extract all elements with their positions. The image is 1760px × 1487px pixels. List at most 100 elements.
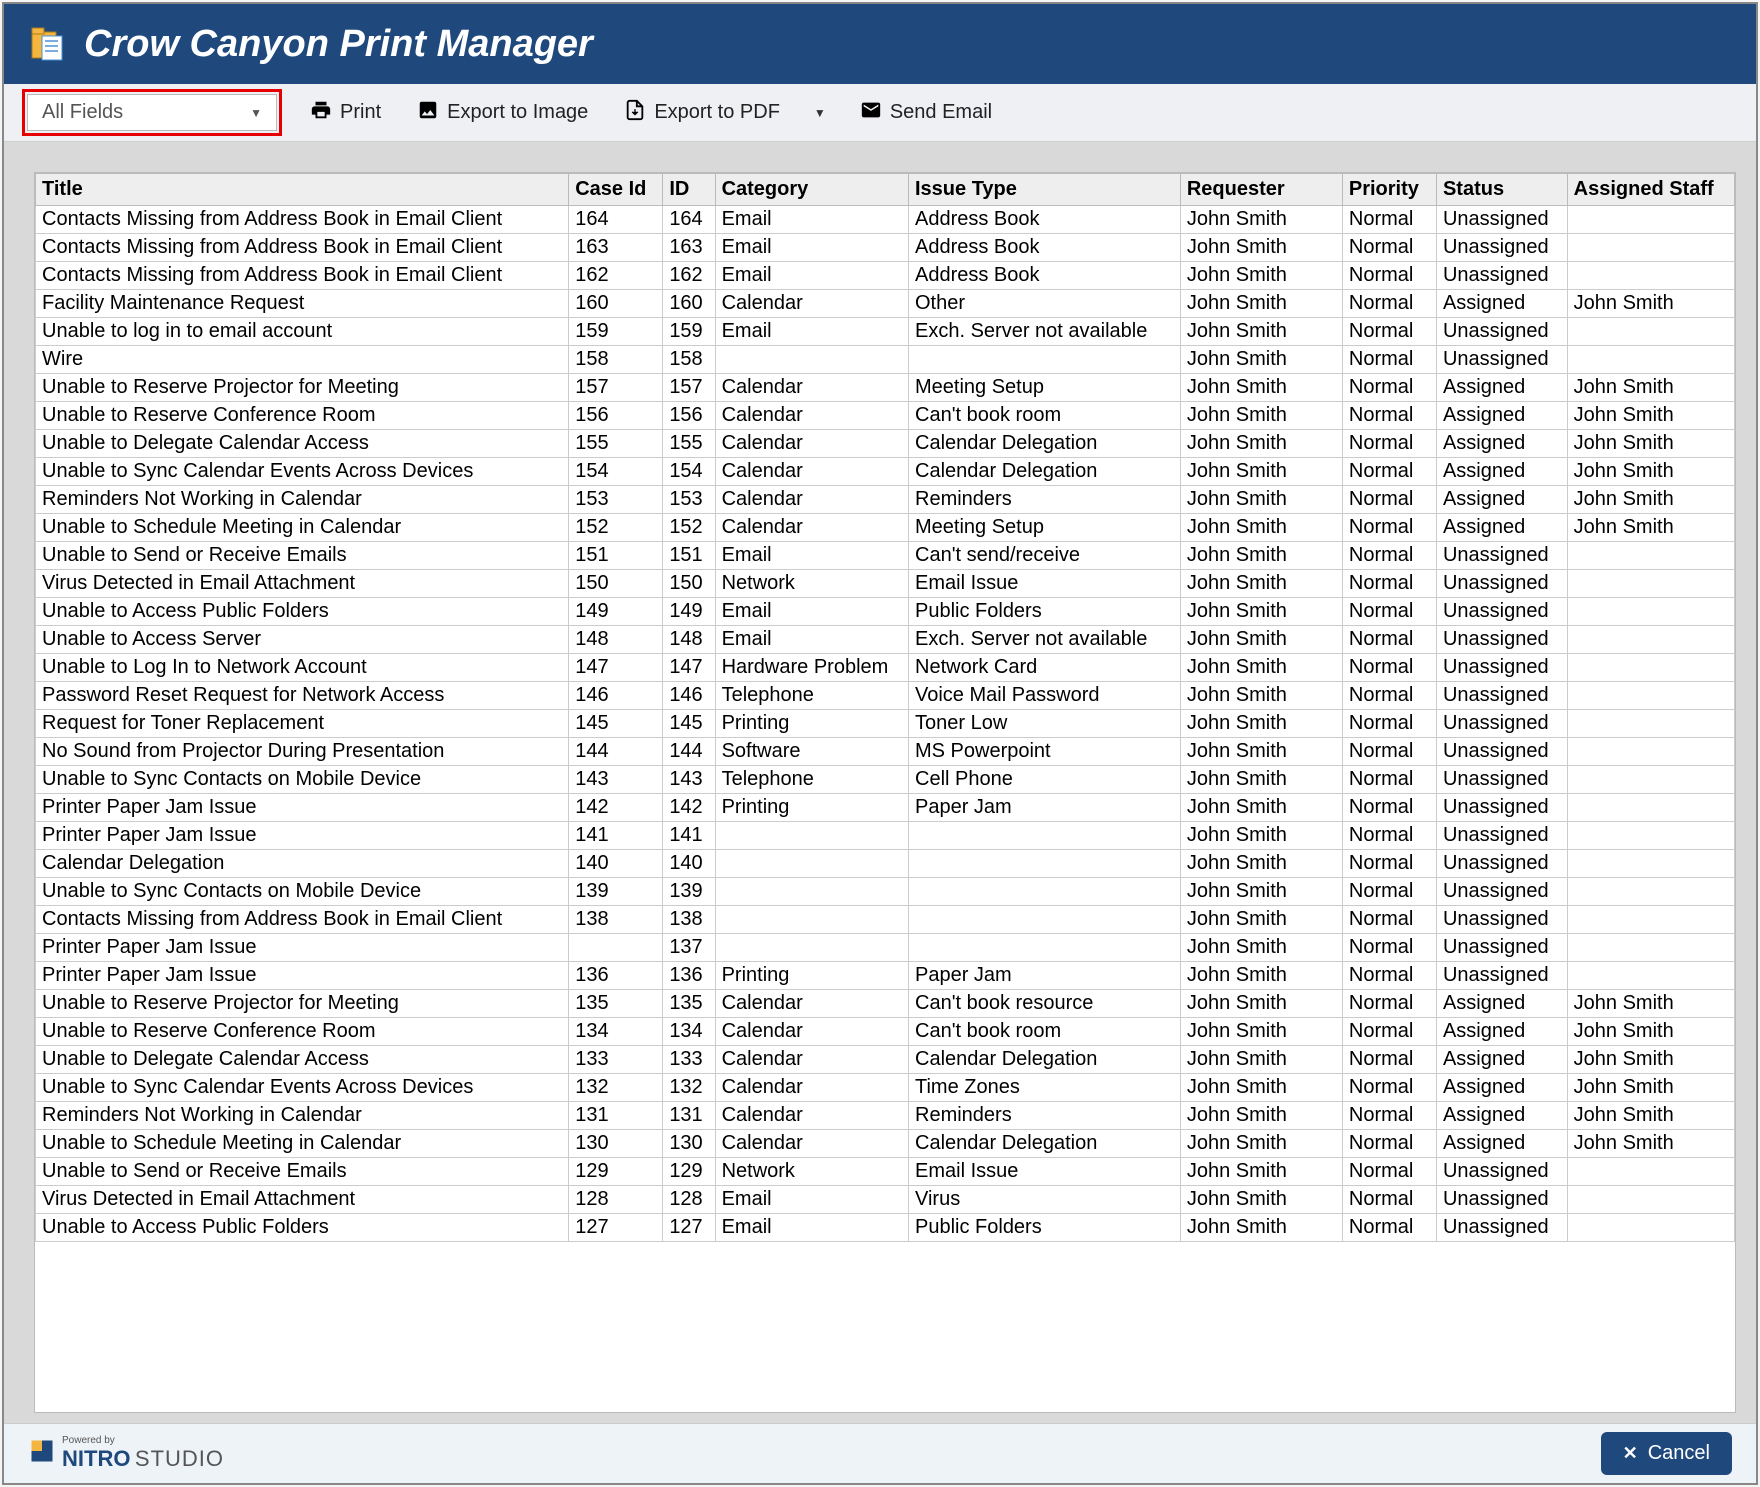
cell-assigned: John Smith bbox=[1567, 514, 1734, 542]
export-pdf-button[interactable]: Export to PDF bbox=[616, 95, 788, 131]
col-id[interactable]: ID bbox=[663, 174, 715, 206]
fields-selector-highlight: All Fields ▼ bbox=[22, 89, 282, 136]
cell-title: Printer Paper Jam Issue bbox=[36, 962, 569, 990]
col-requester[interactable]: Requester bbox=[1180, 174, 1342, 206]
cell-case_id: 164 bbox=[569, 206, 663, 234]
col-priority[interactable]: Priority bbox=[1342, 174, 1436, 206]
cell-assigned bbox=[1567, 878, 1734, 906]
cell-requester: John Smith bbox=[1180, 290, 1342, 318]
col-case-id[interactable]: Case Id bbox=[569, 174, 663, 206]
cell-issue_type: Address Book bbox=[909, 234, 1181, 262]
table-row[interactable]: Unable to Delegate Calendar Access133133… bbox=[36, 1046, 1735, 1074]
table-row[interactable]: Virus Detected in Email Attachment128128… bbox=[36, 1186, 1735, 1214]
table-row[interactable]: Unable to Schedule Meeting in Calendar13… bbox=[36, 1130, 1735, 1158]
cell-priority: Normal bbox=[1342, 206, 1436, 234]
table-row[interactable]: Unable to Log In to Network Account14714… bbox=[36, 654, 1735, 682]
cell-id: 150 bbox=[663, 570, 715, 598]
cell-title: Unable to Reserve Projector for Meeting bbox=[36, 374, 569, 402]
table-row[interactable]: Request for Toner Replacement145145Print… bbox=[36, 710, 1735, 738]
cell-category: Calendar bbox=[715, 1046, 908, 1074]
cell-requester: John Smith bbox=[1180, 1074, 1342, 1102]
cell-priority: Normal bbox=[1342, 598, 1436, 626]
table-row[interactable]: Unable to Sync Contacts on Mobile Device… bbox=[36, 878, 1735, 906]
cell-title: Unable to Delegate Calendar Access bbox=[36, 430, 569, 458]
table-row[interactable]: Wire158158John SmithNormalUnassigned bbox=[36, 346, 1735, 374]
cell-requester: John Smith bbox=[1180, 430, 1342, 458]
cell-case_id: 159 bbox=[569, 318, 663, 346]
print-button[interactable]: Print bbox=[302, 95, 389, 131]
cell-case_id: 132 bbox=[569, 1074, 663, 1102]
cell-id: 137 bbox=[663, 934, 715, 962]
table-row[interactable]: Unable to Access Server148148EmailExch. … bbox=[36, 626, 1735, 654]
table-row[interactable]: Contacts Missing from Address Book in Em… bbox=[36, 206, 1735, 234]
cell-category: Calendar bbox=[715, 374, 908, 402]
table-row[interactable]: Facility Maintenance Request160160Calend… bbox=[36, 290, 1735, 318]
cell-title: Printer Paper Jam Issue bbox=[36, 934, 569, 962]
table-row[interactable]: Virus Detected in Email Attachment150150… bbox=[36, 570, 1735, 598]
table-row[interactable]: Unable to Access Public Folders149149Ema… bbox=[36, 598, 1735, 626]
print-label: Print bbox=[340, 101, 381, 124]
table-row[interactable]: Unable to Reserve Projector for Meeting1… bbox=[36, 990, 1735, 1018]
export-image-button[interactable]: Export to Image bbox=[409, 95, 596, 131]
cell-title: Unable to Sync Contacts on Mobile Device bbox=[36, 766, 569, 794]
cell-title: Unable to Access Public Folders bbox=[36, 598, 569, 626]
cell-requester: John Smith bbox=[1180, 1158, 1342, 1186]
table-row[interactable]: Unable to Reserve Projector for Meeting1… bbox=[36, 374, 1735, 402]
table-scroll[interactable]: Title Case Id ID Category Issue Type Req… bbox=[34, 172, 1736, 1413]
cell-requester: John Smith bbox=[1180, 206, 1342, 234]
table-row[interactable]: Unable to Sync Calendar Events Across De… bbox=[36, 458, 1735, 486]
cell-priority: Normal bbox=[1342, 850, 1436, 878]
cell-status: Assigned bbox=[1436, 1046, 1567, 1074]
table-row[interactable]: Printer Paper Jam Issue136136PrintingPap… bbox=[36, 962, 1735, 990]
table-row[interactable]: Contacts Missing from Address Book in Em… bbox=[36, 262, 1735, 290]
table-row[interactable]: Printer Paper Jam Issue141141John SmithN… bbox=[36, 822, 1735, 850]
table-row[interactable]: Password Reset Request for Network Acces… bbox=[36, 682, 1735, 710]
table-row[interactable]: Unable to Schedule Meeting in Calendar15… bbox=[36, 514, 1735, 542]
col-title[interactable]: Title bbox=[36, 174, 569, 206]
cell-category: Calendar bbox=[715, 486, 908, 514]
table-row[interactable]: Calendar Delegation140140John SmithNorma… bbox=[36, 850, 1735, 878]
table-row[interactable]: Unable to Reserve Conference Room156156C… bbox=[36, 402, 1735, 430]
table-row[interactable]: Contacts Missing from Address Book in Em… bbox=[36, 234, 1735, 262]
cell-assigned bbox=[1567, 934, 1734, 962]
cell-category: Calendar bbox=[715, 1018, 908, 1046]
export-pdf-dropdown-caret[interactable]: ▼ bbox=[808, 106, 832, 120]
col-assigned-staff[interactable]: Assigned Staff bbox=[1567, 174, 1734, 206]
col-issue-type[interactable]: Issue Type bbox=[909, 174, 1181, 206]
cell-priority: Normal bbox=[1342, 1018, 1436, 1046]
cell-id: 155 bbox=[663, 430, 715, 458]
cell-priority: Normal bbox=[1342, 402, 1436, 430]
cell-title: Unable to Send or Receive Emails bbox=[36, 542, 569, 570]
table-row[interactable]: Unable to Sync Contacts on Mobile Device… bbox=[36, 766, 1735, 794]
cell-category: Calendar bbox=[715, 1074, 908, 1102]
table-row[interactable]: Reminders Not Working in Calendar153153C… bbox=[36, 486, 1735, 514]
cancel-button[interactable]: ✕ Cancel bbox=[1601, 1432, 1732, 1475]
cell-requester: John Smith bbox=[1180, 1214, 1342, 1242]
send-email-button[interactable]: Send Email bbox=[852, 95, 1000, 131]
table-row[interactable]: Unable to Reserve Conference Room134134C… bbox=[36, 1018, 1735, 1046]
cell-requester: John Smith bbox=[1180, 234, 1342, 262]
cell-status: Unassigned bbox=[1436, 710, 1567, 738]
table-row[interactable]: Printer Paper Jam Issue142142PrintingPap… bbox=[36, 794, 1735, 822]
app-title: Crow Canyon Print Manager bbox=[84, 23, 593, 66]
pdf-icon bbox=[624, 99, 646, 127]
table-row[interactable]: Unable to Delegate Calendar Access155155… bbox=[36, 430, 1735, 458]
table-row[interactable]: Unable to Sync Calendar Events Across De… bbox=[36, 1074, 1735, 1102]
col-category[interactable]: Category bbox=[715, 174, 908, 206]
table-row[interactable]: Unable to Access Public Folders127127Ema… bbox=[36, 1214, 1735, 1242]
cell-requester: John Smith bbox=[1180, 346, 1342, 374]
cell-title: Unable to Delegate Calendar Access bbox=[36, 1046, 569, 1074]
table-row[interactable]: Unable to log in to email account159159E… bbox=[36, 318, 1735, 346]
cell-title: Unable to Reserve Projector for Meeting bbox=[36, 990, 569, 1018]
table-row[interactable]: Contacts Missing from Address Book in Em… bbox=[36, 906, 1735, 934]
table-row[interactable]: Printer Paper Jam Issue137John SmithNorm… bbox=[36, 934, 1735, 962]
table-row[interactable]: Unable to Send or Receive Emails129129Ne… bbox=[36, 1158, 1735, 1186]
table-row[interactable]: Reminders Not Working in Calendar131131C… bbox=[36, 1102, 1735, 1130]
cell-status: Unassigned bbox=[1436, 766, 1567, 794]
table-row[interactable]: No Sound from Projector During Presentat… bbox=[36, 738, 1735, 766]
col-status[interactable]: Status bbox=[1436, 174, 1567, 206]
fields-selector[interactable]: All Fields ▼ bbox=[27, 94, 277, 131]
table-row[interactable]: Unable to Send or Receive Emails151151Em… bbox=[36, 542, 1735, 570]
cell-priority: Normal bbox=[1342, 542, 1436, 570]
cell-requester: John Smith bbox=[1180, 962, 1342, 990]
